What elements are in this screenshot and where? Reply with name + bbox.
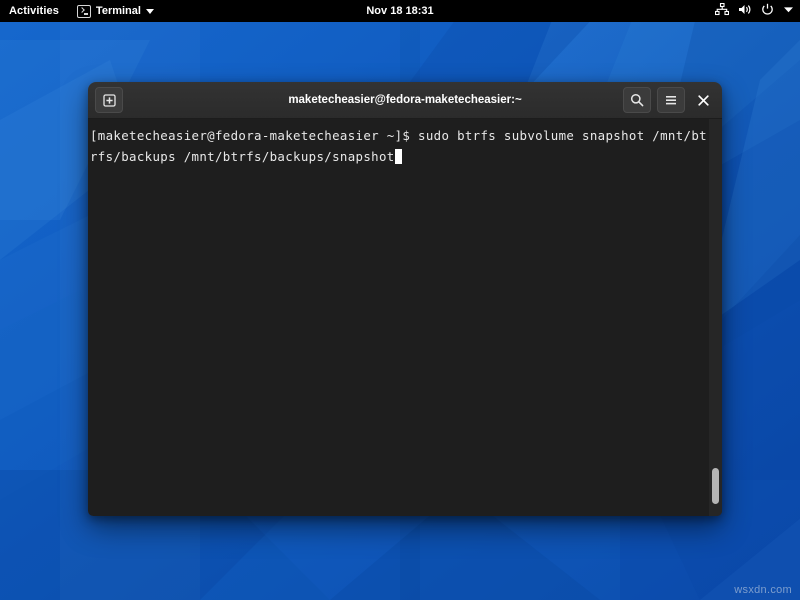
network-wired-icon — [715, 3, 729, 19]
new-tab-icon — [103, 94, 116, 107]
new-tab-button[interactable] — [95, 87, 123, 113]
terminal-window[interactable]: maketecheasier@fedora-maketecheasier:~ — [88, 82, 722, 516]
vertical-scrollbar[interactable] — [709, 119, 722, 516]
search-button[interactable] — [623, 87, 651, 113]
block-cursor-icon — [395, 149, 403, 164]
desktop-screen: Activities Terminal Nov 18 18:31 — [0, 0, 800, 600]
terminal-output[interactable]: [maketecheasier@fedora-maketecheasier ~]… — [88, 125, 722, 167]
system-status-area[interactable] — [715, 3, 794, 19]
chevron-down-icon — [783, 4, 794, 18]
power-icon — [761, 3, 774, 19]
app-menu-label: Terminal — [96, 5, 141, 17]
menu-button[interactable] — [657, 87, 685, 113]
watermark: wsxdn.com — [734, 584, 792, 596]
chevron-down-icon — [146, 9, 154, 14]
terminal-body[interactable]: [maketecheasier@fedora-maketecheasier ~]… — [88, 119, 722, 516]
close-icon — [698, 95, 709, 106]
activities-button[interactable]: Activities — [0, 0, 69, 22]
search-icon — [630, 93, 644, 107]
hamburger-menu-icon — [664, 94, 678, 106]
gnome-top-bar: Activities Terminal Nov 18 18:31 — [0, 0, 800, 22]
titlebar-controls — [623, 87, 715, 113]
terminal-icon — [77, 5, 91, 18]
volume-icon — [738, 3, 752, 19]
shell-prompt: [maketecheasier@fedora-maketecheasier ~]… — [90, 128, 418, 143]
close-button[interactable] — [691, 88, 715, 112]
app-menu-terminal[interactable]: Terminal — [69, 0, 162, 22]
scrollbar-thumb[interactable] — [712, 468, 719, 504]
window-titlebar[interactable]: maketecheasier@fedora-maketecheasier:~ — [88, 82, 722, 119]
